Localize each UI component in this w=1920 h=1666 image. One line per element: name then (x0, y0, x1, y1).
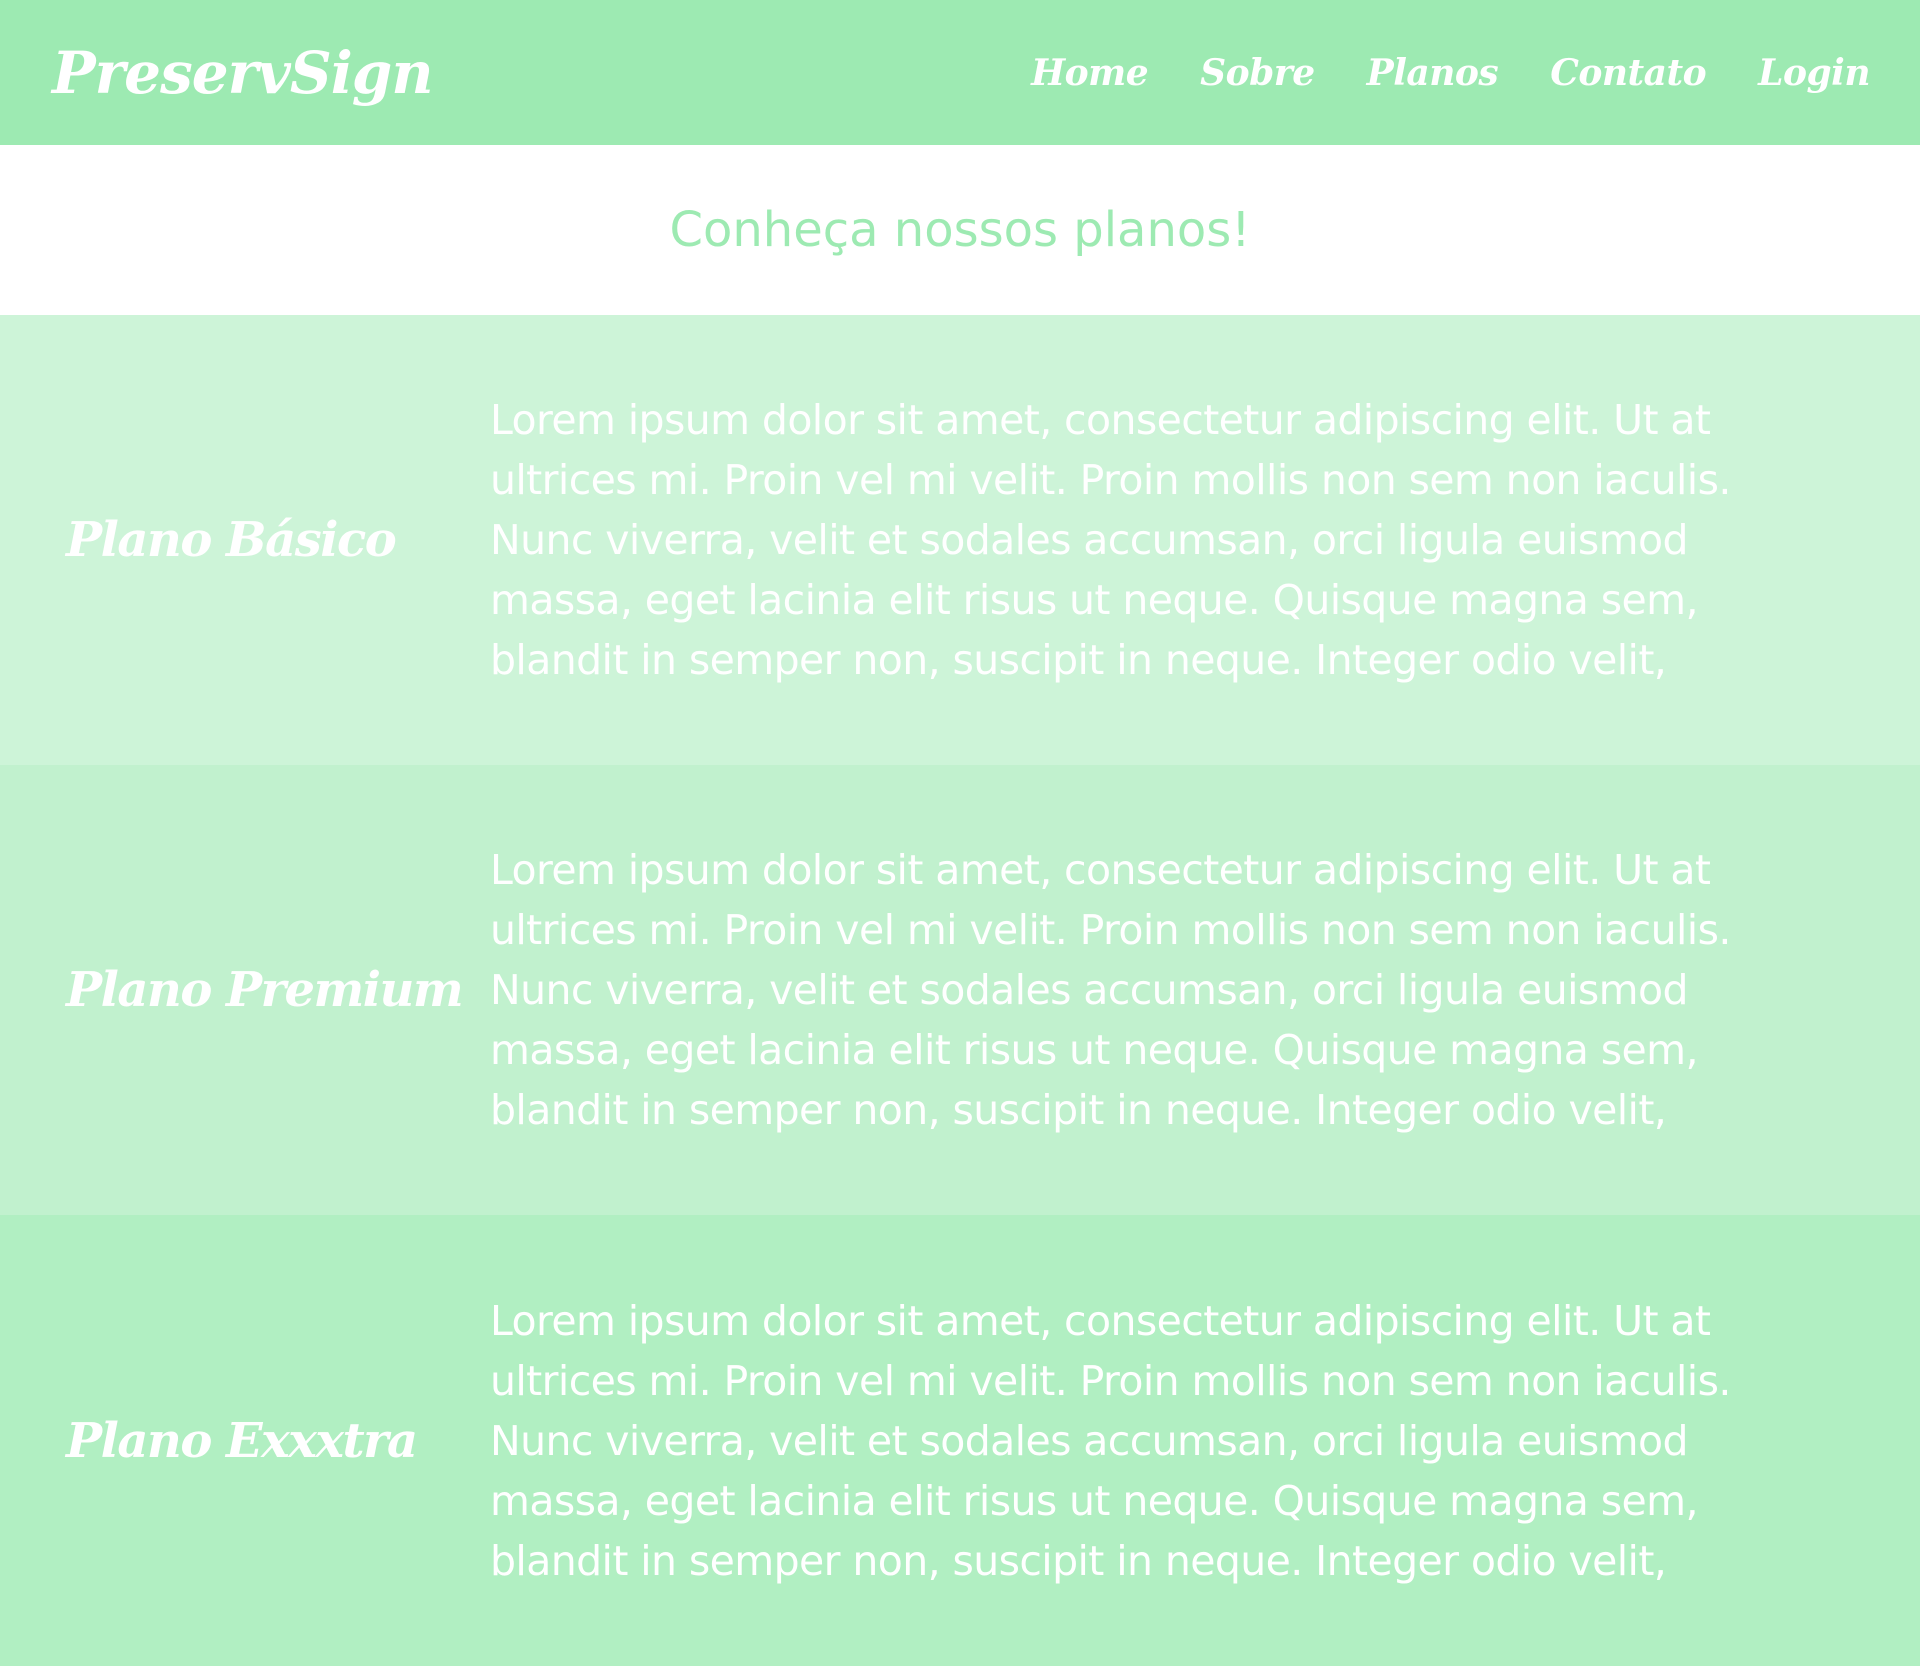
plan-card-premium: Plano Premium Lorem ipsum dolor sit amet… (0, 765, 1920, 1215)
top-navbar: PreservSign Home Sobre Planos Contato Lo… (0, 0, 1920, 145)
plan-card-basico: Plano Básico Lorem ipsum dolor sit amet,… (0, 315, 1920, 765)
nav-link-planos[interactable]: Planos (1367, 52, 1499, 94)
nav-link-sobre[interactable]: Sobre (1200, 52, 1315, 94)
page-title: Conheça nossos planos! (669, 202, 1251, 258)
plan-name: Plano Básico (66, 512, 397, 568)
nav-link-home[interactable]: Home (1031, 52, 1149, 94)
nav-link-login[interactable]: Login (1758, 52, 1870, 94)
plan-name: Plano Exxxtra (66, 1412, 418, 1469)
plan-description: Lorem ipsum dolor sit amet, consectetur … (490, 1296, 1731, 1585)
plan-name: Plano Premium (66, 962, 464, 1018)
nav-menu: Home Sobre Planos Contato Login (1031, 52, 1870, 94)
hero-section: Conheça nossos planos! (0, 145, 1920, 315)
plan-card-exxxtra: Plano Exxxtra Lorem ipsum dolor sit amet… (0, 1215, 1920, 1666)
plan-description: Lorem ipsum dolor sit amet, consectetur … (490, 396, 1731, 684)
nav-link-contato[interactable]: Contato (1550, 52, 1706, 94)
plan-description: Lorem ipsum dolor sit amet, consectetur … (490, 846, 1731, 1134)
brand-logo[interactable]: PreservSign (52, 39, 434, 107)
